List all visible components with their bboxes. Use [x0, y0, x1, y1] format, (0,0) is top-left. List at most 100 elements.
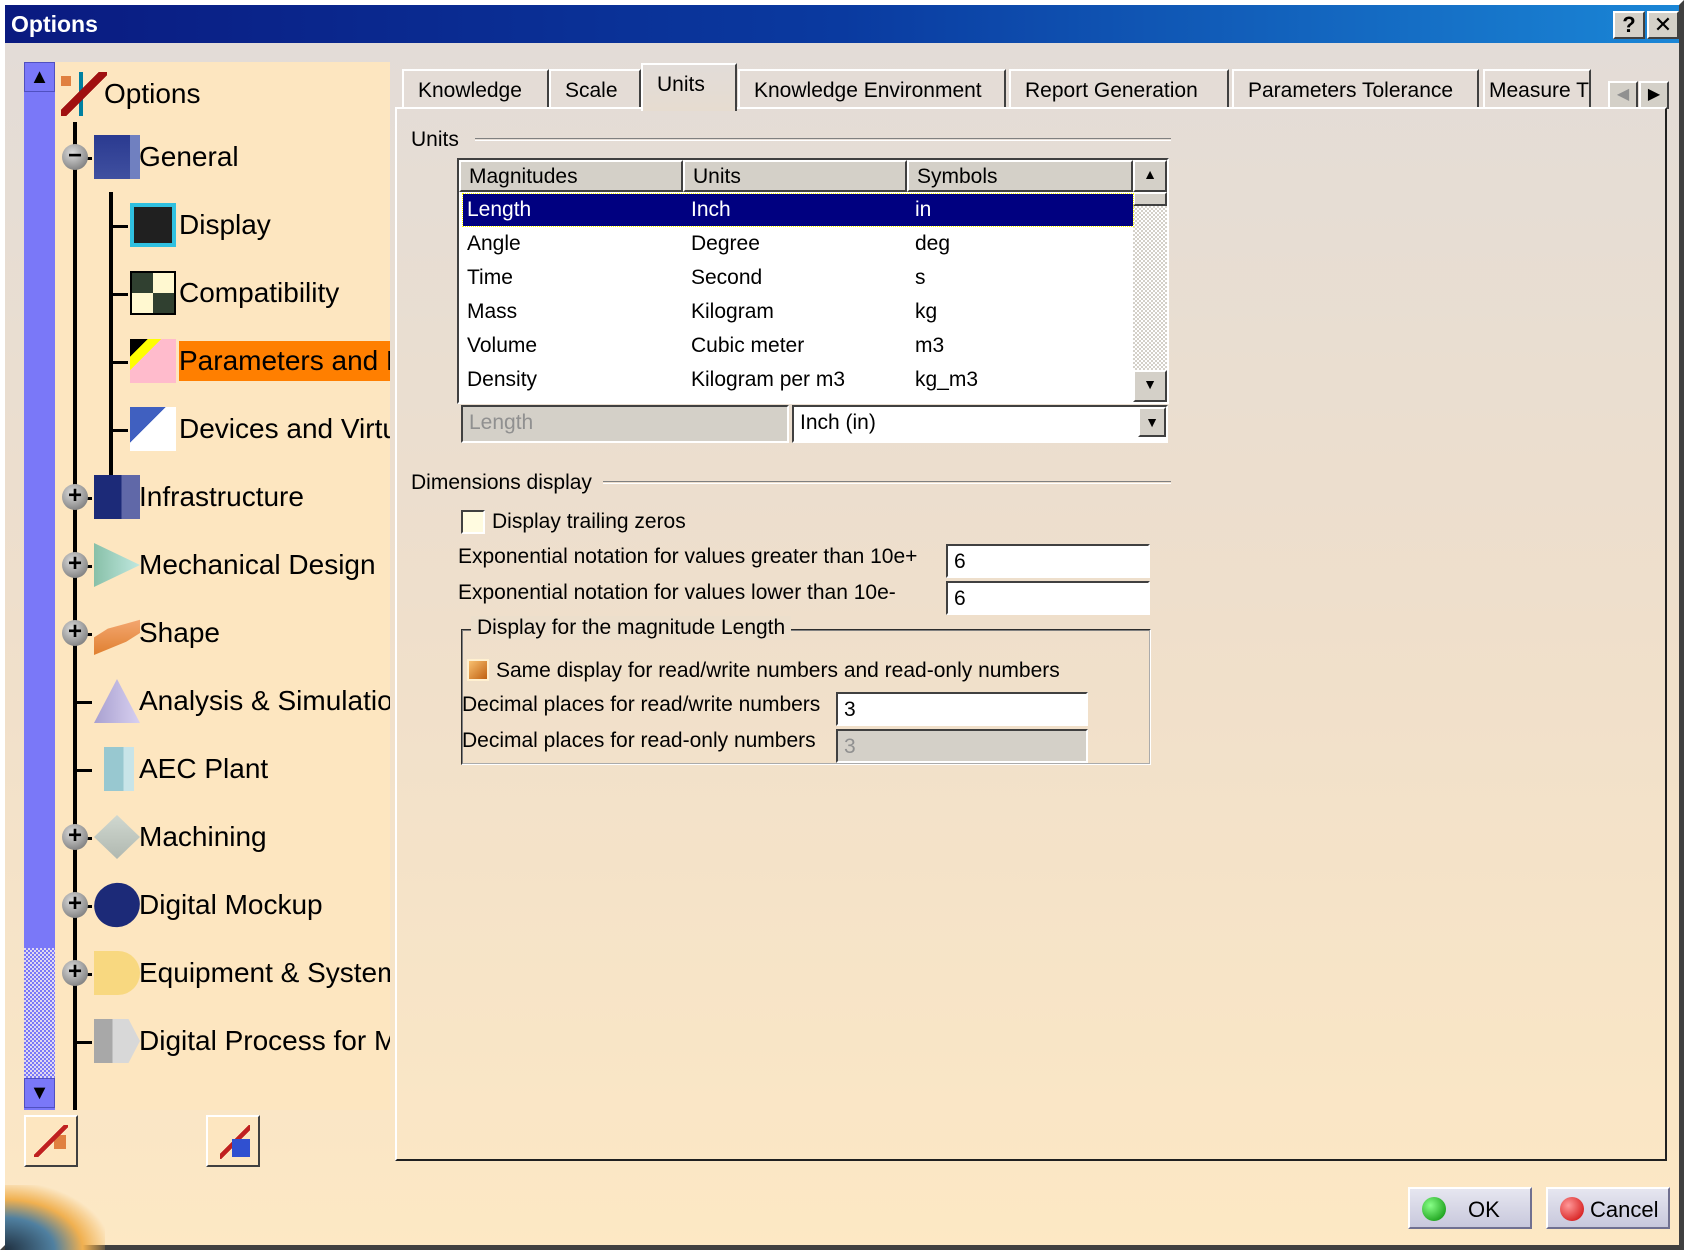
aec-plant-icon [104, 747, 134, 791]
table-row[interactable]: Length Inch in [462, 193, 1134, 227]
column-header-symbols[interactable]: Symbols [907, 160, 1133, 192]
unit-cell: Kilogram [691, 300, 774, 323]
symbol-cell: deg [915, 232, 951, 255]
mechanical-design-icon [94, 543, 140, 587]
title-bar: Options [5, 5, 1679, 43]
expand-icon[interactable]: + [62, 824, 88, 850]
symbol-cell: s [915, 266, 926, 289]
table-row[interactable]: Time Second s [463, 262, 1133, 294]
length-group-label: Display for the magnitude Length [471, 616, 792, 640]
table-row[interactable]: Volume Cubic meter m3 [463, 330, 1133, 362]
tree-item-machining[interactable]: Machining [139, 817, 267, 857]
column-header-magnitudes[interactable]: Magnitudes [459, 160, 683, 192]
tab-scale[interactable]: Scale [549, 69, 641, 109]
tree-item-options[interactable]: Options [104, 74, 201, 114]
options-tools-icon [61, 72, 107, 116]
units-table: Magnitudes Units Symbols ▲ ▼ Length Inch i… [457, 158, 1169, 404]
magnitude-cell: Mass [467, 300, 518, 323]
unit-cell: Inch [691, 198, 731, 221]
table-row[interactable]: Density Kilogram per m3 kg_m3 [463, 364, 1133, 396]
options-home-button[interactable] [24, 1115, 78, 1167]
symbol-cell: kg_m3 [915, 368, 979, 391]
tree-item-compatibility[interactable]: Compatibility [179, 273, 339, 313]
table-scroll-down-icon[interactable]: ▼ [1133, 370, 1167, 402]
green-ball-icon [1422, 1197, 1446, 1221]
tree-scrollbar[interactable]: ▲ ▼ [24, 62, 55, 1110]
options-export-button[interactable] [206, 1115, 260, 1167]
tree-item-general[interactable]: General [139, 137, 239, 177]
symbol-cell: kg [915, 300, 938, 323]
machining-icon [94, 815, 140, 859]
general-icon [94, 135, 140, 179]
rw-decimal-input[interactable]: 3 [836, 692, 1088, 726]
tree-item-equipment-systems[interactable]: Equipment & Systems [139, 953, 390, 993]
chevron-down-icon[interactable]: ▼ [1138, 407, 1166, 437]
tree-item-parameters-and-m[interactable]: Parameters and M [179, 341, 390, 381]
symbol-cell: m3 [915, 334, 945, 357]
exp-greater-input[interactable]: 6 [946, 544, 1150, 578]
tab-knowledge-environment[interactable]: Knowledge Environment [738, 69, 1006, 109]
display-icon [130, 203, 176, 247]
tab-parameters-tolerance[interactable]: Parameters Tolerance [1232, 69, 1479, 109]
exp-lower-input[interactable]: 6 [946, 581, 1150, 615]
magnitude-field: Length [461, 405, 789, 443]
tab-report-generation[interactable]: Report Generation [1009, 69, 1229, 109]
unit-cell: Kilogram per m3 [691, 368, 846, 391]
symbol-cell: in [915, 198, 932, 221]
expand-icon[interactable]: + [62, 960, 88, 986]
magnitude-cell: Volume [467, 334, 538, 357]
same-display-label: Same display for read/write numbers and … [496, 659, 1060, 682]
magnitude-cell: Angle [467, 232, 521, 255]
infrastructure-icon [94, 475, 140, 519]
scroll-up-arrow-icon[interactable]: ▲ [24, 62, 55, 92]
equipment-icon [94, 951, 140, 995]
expand-icon[interactable]: + [62, 892, 88, 918]
tree-item-aec-plant[interactable]: AEC Plant [139, 749, 268, 789]
column-header-units[interactable]: Units [683, 160, 907, 192]
cancel-button[interactable]: Cancel [1546, 1187, 1670, 1229]
ok-button[interactable]: OK [1408, 1187, 1532, 1229]
tree-item-digital-process-for-m[interactable]: Digital Process for M [139, 1021, 390, 1061]
logo-swirl [5, 1185, 105, 1250]
trailing-zeros-label: Display trailing zeros [492, 510, 686, 533]
units-group-label: Units [411, 128, 459, 151]
same-display-checkbox[interactable] [467, 659, 489, 681]
tab-units[interactable]: Units [641, 63, 737, 111]
tree-item-infrastructure[interactable]: Infrastructure [139, 477, 304, 517]
scroll-down-arrow-icon[interactable]: ▼ [24, 1078, 55, 1108]
unit-dropdown[interactable]: Inch (in) ▼ [792, 405, 1168, 443]
tree-item-devices-and-virtu[interactable]: Devices and Virtu [179, 409, 390, 449]
trailing-zeros-checkbox[interactable] [461, 510, 485, 534]
table-scrollbar[interactable]: ▲ ▼ [1133, 160, 1167, 402]
unit-dropdown-value: Inch (in) [800, 411, 876, 434]
tree-item-display[interactable]: Display [179, 205, 271, 245]
tab-scroll-left-icon[interactable]: ◀ [1608, 81, 1638, 109]
tab-scroll-right-icon[interactable]: ▶ [1639, 81, 1669, 109]
tree-item-digital-mockup[interactable]: Digital Mockup [139, 885, 323, 925]
analysis-icon [94, 679, 140, 723]
dimensions-group-label: Dimensions display [411, 471, 592, 494]
table-scroll-thumb[interactable] [1133, 192, 1167, 206]
table-scroll-up-icon[interactable]: ▲ [1133, 160, 1167, 192]
digital-process-icon [94, 1019, 140, 1063]
cancel-label: Cancel [1590, 1197, 1659, 1222]
collapse-icon[interactable]: − [62, 144, 88, 170]
tab-measure-tools[interactable]: Measure T [1483, 69, 1591, 109]
tree-item-shape[interactable]: Shape [139, 613, 220, 653]
tab-knowledge[interactable]: Knowledge [402, 69, 549, 109]
table-row[interactable]: Mass Kilogram kg [463, 296, 1133, 328]
magnitude-cell: Time [467, 266, 513, 289]
close-button[interactable]: ✕ [1647, 11, 1679, 39]
tree-item-mechanical-design[interactable]: Mechanical Design [139, 545, 376, 585]
parameters-icon [130, 339, 176, 383]
table-row[interactable]: Angle Degree deg [463, 228, 1133, 260]
expand-icon[interactable]: + [62, 552, 88, 578]
window-title: Options [11, 11, 98, 37]
help-button[interactable]: ? [1613, 11, 1645, 39]
rw-decimal-label: Decimal places for read/write numbers [462, 693, 821, 716]
tree-item-analysis-simulation[interactable]: Analysis & Simulation [139, 681, 390, 721]
devices-icon [130, 407, 176, 451]
expand-icon[interactable]: + [62, 620, 88, 646]
expand-icon[interactable]: + [62, 484, 88, 510]
magnitude-cell: Length [467, 198, 532, 221]
